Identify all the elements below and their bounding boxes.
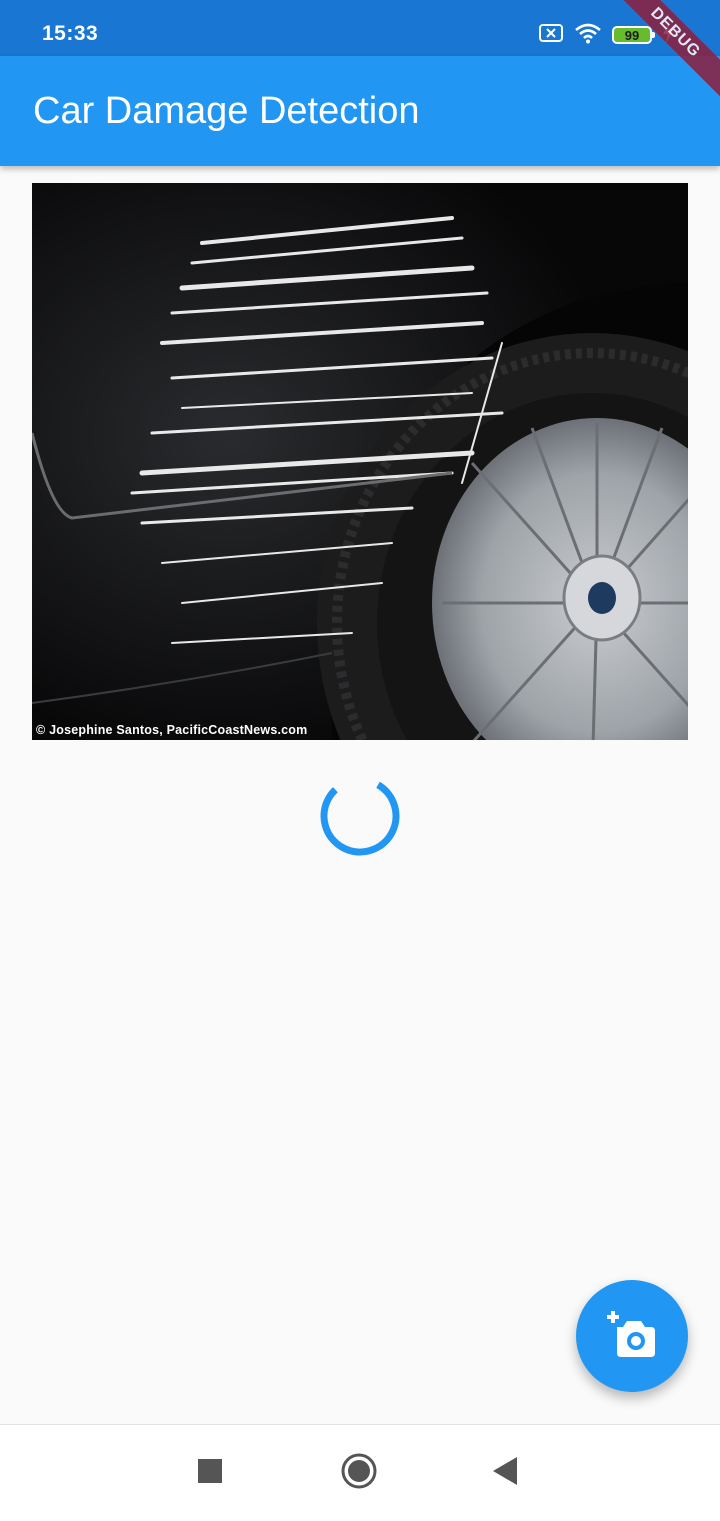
car-damage-illustration bbox=[32, 183, 688, 740]
back-triangle-icon bbox=[493, 1456, 519, 1490]
loading-spinner bbox=[319, 775, 401, 857]
add-photo-button[interactable] bbox=[576, 1280, 688, 1392]
back-button[interactable] bbox=[486, 1453, 526, 1493]
home-button[interactable] bbox=[339, 1453, 379, 1493]
system-nav-bar bbox=[0, 1424, 720, 1521]
home-circle-icon bbox=[340, 1452, 378, 1495]
sim-off-icon bbox=[538, 23, 564, 48]
battery-level: 99 bbox=[624, 27, 640, 43]
app-title: Car Damage Detection bbox=[33, 90, 420, 132]
car-damage-photo: © Josephine Santos, PacificCoastNews.com bbox=[32, 183, 688, 740]
status-bar: 15:33 99 bbox=[0, 0, 720, 56]
recents-square-icon bbox=[198, 1458, 222, 1488]
wifi-icon bbox=[574, 22, 602, 49]
recents-button[interactable] bbox=[190, 1453, 230, 1493]
battery-icon: 99 bbox=[612, 26, 655, 44]
app-bar: Car Damage Detection bbox=[0, 56, 720, 166]
add-a-photo-icon bbox=[607, 1310, 657, 1362]
photo-caption: © Josephine Santos, PacificCoastNews.com bbox=[36, 723, 308, 737]
status-time: 15:33 bbox=[42, 22, 99, 45]
